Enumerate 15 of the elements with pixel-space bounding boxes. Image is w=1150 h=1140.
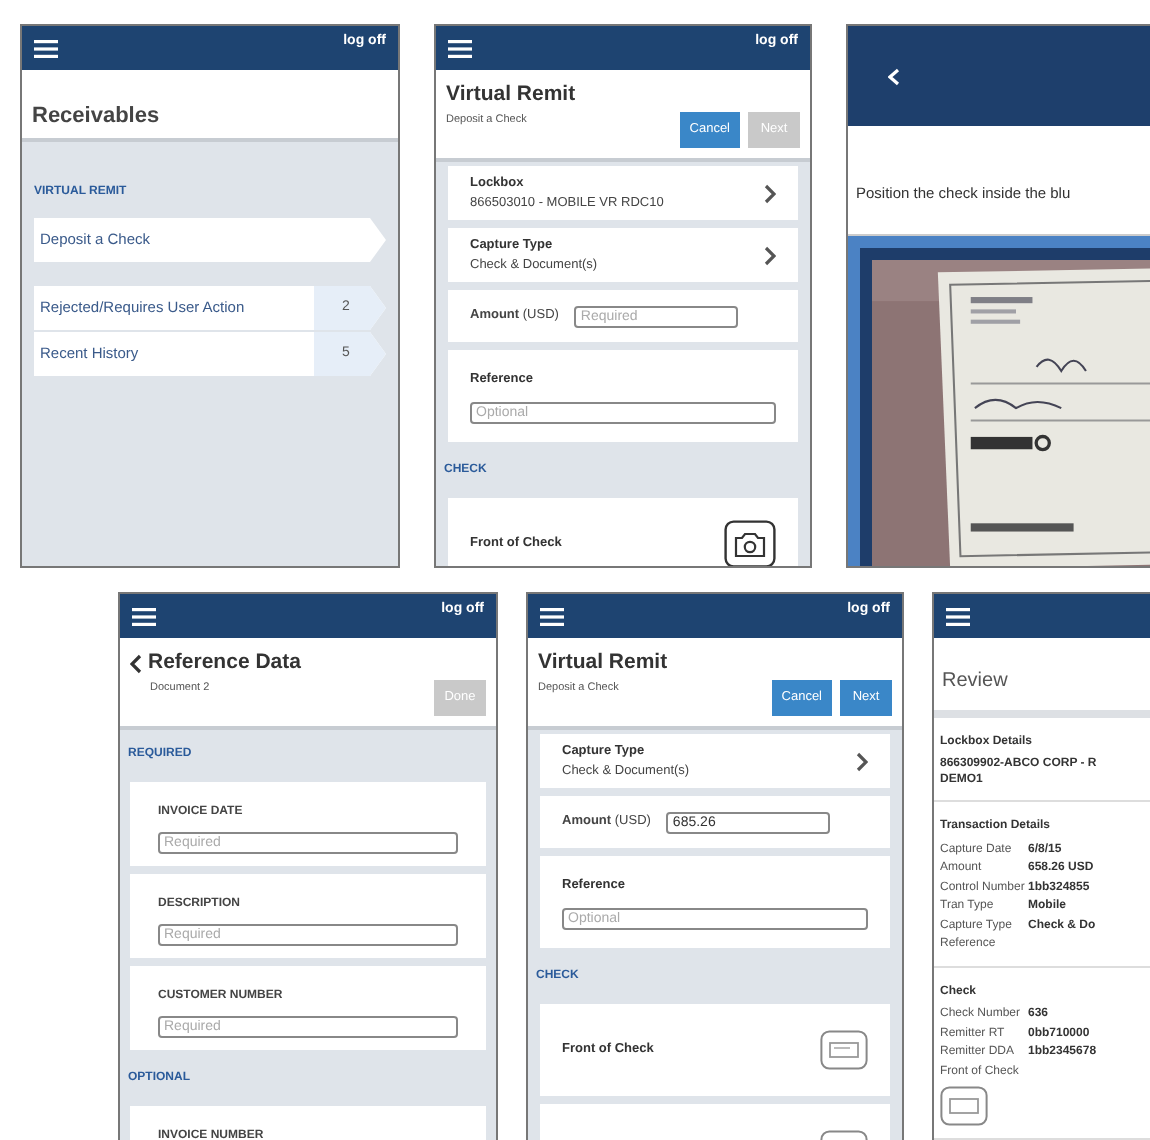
screen-title: Virtual Remit — [538, 648, 668, 678]
camera-icon[interactable] — [724, 520, 776, 566]
chevron-right-icon — [764, 183, 776, 203]
screen-title: Review — [942, 670, 1008, 692]
chevron-right-icon — [856, 751, 868, 771]
screen-title: Reference Data — [148, 648, 301, 678]
menu-icon[interactable] — [540, 608, 564, 626]
menu-icon[interactable] — [946, 608, 970, 626]
screen-title: Virtual Remit — [446, 80, 576, 110]
menu-icon[interactable] — [448, 40, 472, 58]
chevron-right-icon — [764, 245, 776, 265]
menu-icon[interactable] — [34, 40, 58, 58]
menu-icon[interactable] — [132, 608, 156, 626]
screen-title: Receivables — [32, 104, 160, 128]
back-chevron-icon[interactable] — [130, 653, 142, 674]
